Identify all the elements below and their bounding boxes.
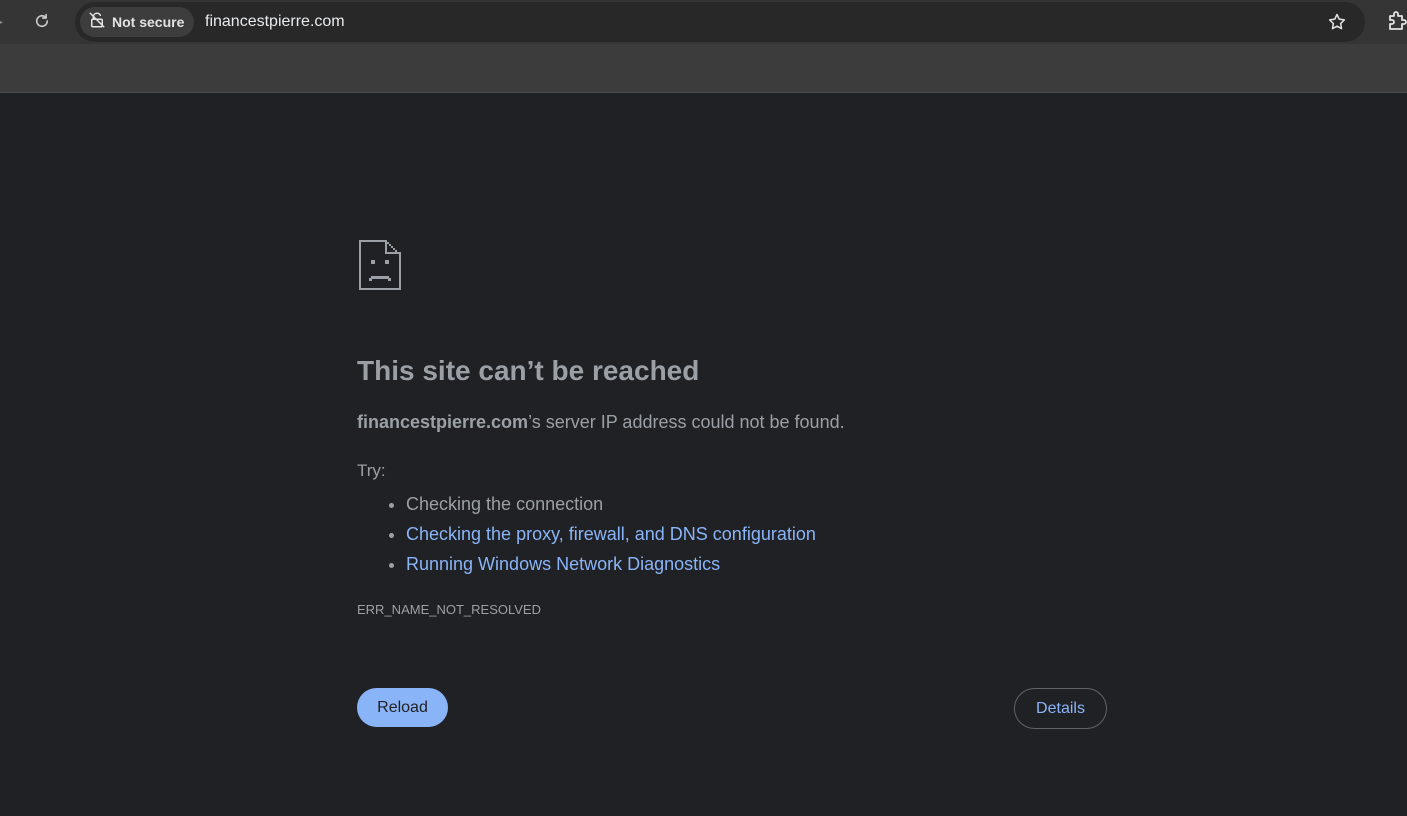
- browser-chrome: ▸ Not secure financestpierre.com: [0, 0, 1407, 93]
- reload-button[interactable]: Reload: [357, 688, 448, 727]
- error-summary: financestpierre.com’s server IP address …: [357, 410, 845, 434]
- suggestion-label: Checking the connection: [406, 494, 604, 514]
- address-bar[interactable]: Not secure financestpierre.com: [75, 2, 1365, 42]
- security-chip[interactable]: Not secure: [80, 7, 195, 37]
- extensions-icon[interactable]: [1386, 9, 1407, 33]
- security-label: Not secure: [112, 14, 185, 30]
- suggestion-check-proxy: Checking the proxy, firewall, and DNS co…: [406, 519, 816, 549]
- toolbar: ▸ Not secure financestpierre.com: [0, 0, 1407, 44]
- summary-host: financestpierre.com: [357, 412, 529, 432]
- proxy-firewall-dns-link[interactable]: Checking the proxy, firewall, and DNS co…: [406, 524, 816, 544]
- try-label: Try:: [357, 461, 386, 480]
- suggestion-network-diagnostics: Running Windows Network Diagnostics: [406, 549, 816, 579]
- details-button[interactable]: Details: [1014, 688, 1107, 729]
- error-code: ERR_NAME_NOT_RESOLVED: [357, 602, 541, 617]
- bookmark-star-icon[interactable]: [1325, 10, 1349, 34]
- network-diagnostics-link[interactable]: Running Windows Network Diagnostics: [406, 554, 720, 574]
- sad-page-icon: [357, 238, 403, 292]
- page-title: This site can’t be reached: [357, 355, 700, 386]
- suggestion-list: Checking the connection Checking the pro…: [357, 489, 816, 579]
- summary-text: ’s server IP address could not be found.: [528, 412, 845, 432]
- reload-icon[interactable]: [30, 9, 54, 33]
- url-text[interactable]: financestpierre.com: [205, 12, 345, 32]
- not-secure-icon: [88, 11, 106, 34]
- suggestion-check-connection: Checking the connection: [406, 489, 816, 519]
- forward-arrow-icon[interactable]: ▸: [0, 11, 8, 31]
